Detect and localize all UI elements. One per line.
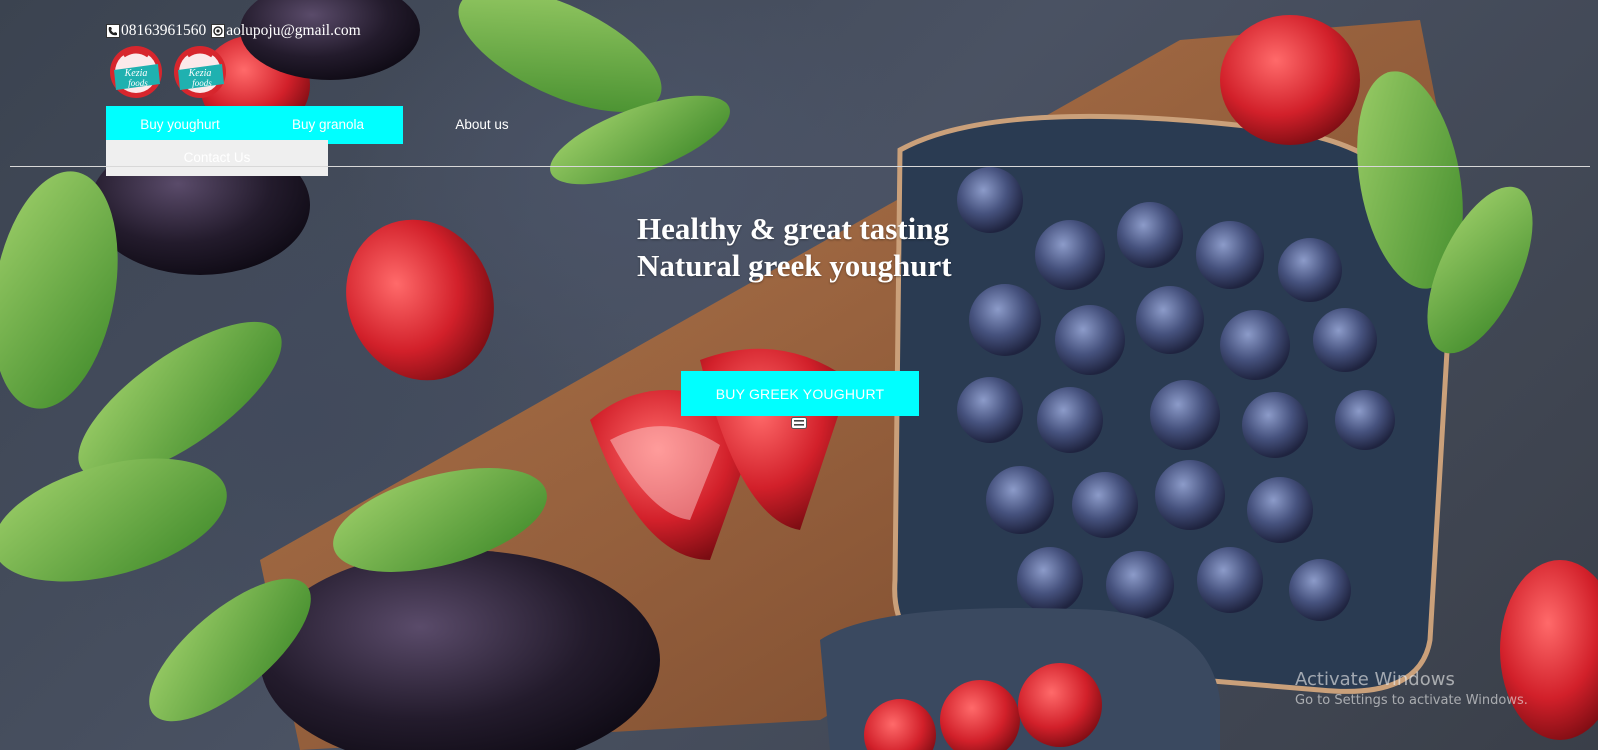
watermark-subtitle: Go to Settings to activate Windows. [1295,693,1528,708]
buy-greek-youghurt-button[interactable]: BUY GREEK YOUGHURT [681,371,919,416]
logo-group: Kezia foods Kezia foods [108,44,228,100]
email-icon [211,24,226,38]
svg-text:foods: foods [192,78,212,88]
hamburger-menu-icon[interactable] [791,416,807,429]
hero-title-line2: Natural greek youghurt [637,248,952,283]
nav-buy-granola[interactable]: Buy granola [254,106,402,144]
kezia-foods-logo[interactable]: Kezia foods [108,44,164,100]
phone-number[interactable]: 08163961560 [121,22,206,40]
email-address[interactable]: aolupoju@gmail.com [226,22,360,40]
nav-about-us[interactable]: About us [426,106,538,144]
watermark-title: Activate Windows [1295,669,1455,690]
activate-windows-watermark: Activate Windows Go to Settings to activ… [1295,668,1528,710]
phone-icon [106,24,120,38]
hero-title-line1: Healthy & great tasting [637,211,949,246]
main-nav: Buy youghurt Buy granola [106,106,403,144]
kezia-foods-logo[interactable]: Kezia foods [172,44,228,100]
nav-contact-us[interactable]: Contact Us [106,140,328,176]
contact-info: 08163961560 aolupoju@gmail.com [106,22,361,40]
svg-text:foods: foods [128,78,148,88]
nav-buy-youghurt[interactable]: Buy youghurt [106,106,254,144]
header-divider [10,166,1590,167]
hero-title: Healthy & great tasting Natural greek yo… [637,210,952,284]
